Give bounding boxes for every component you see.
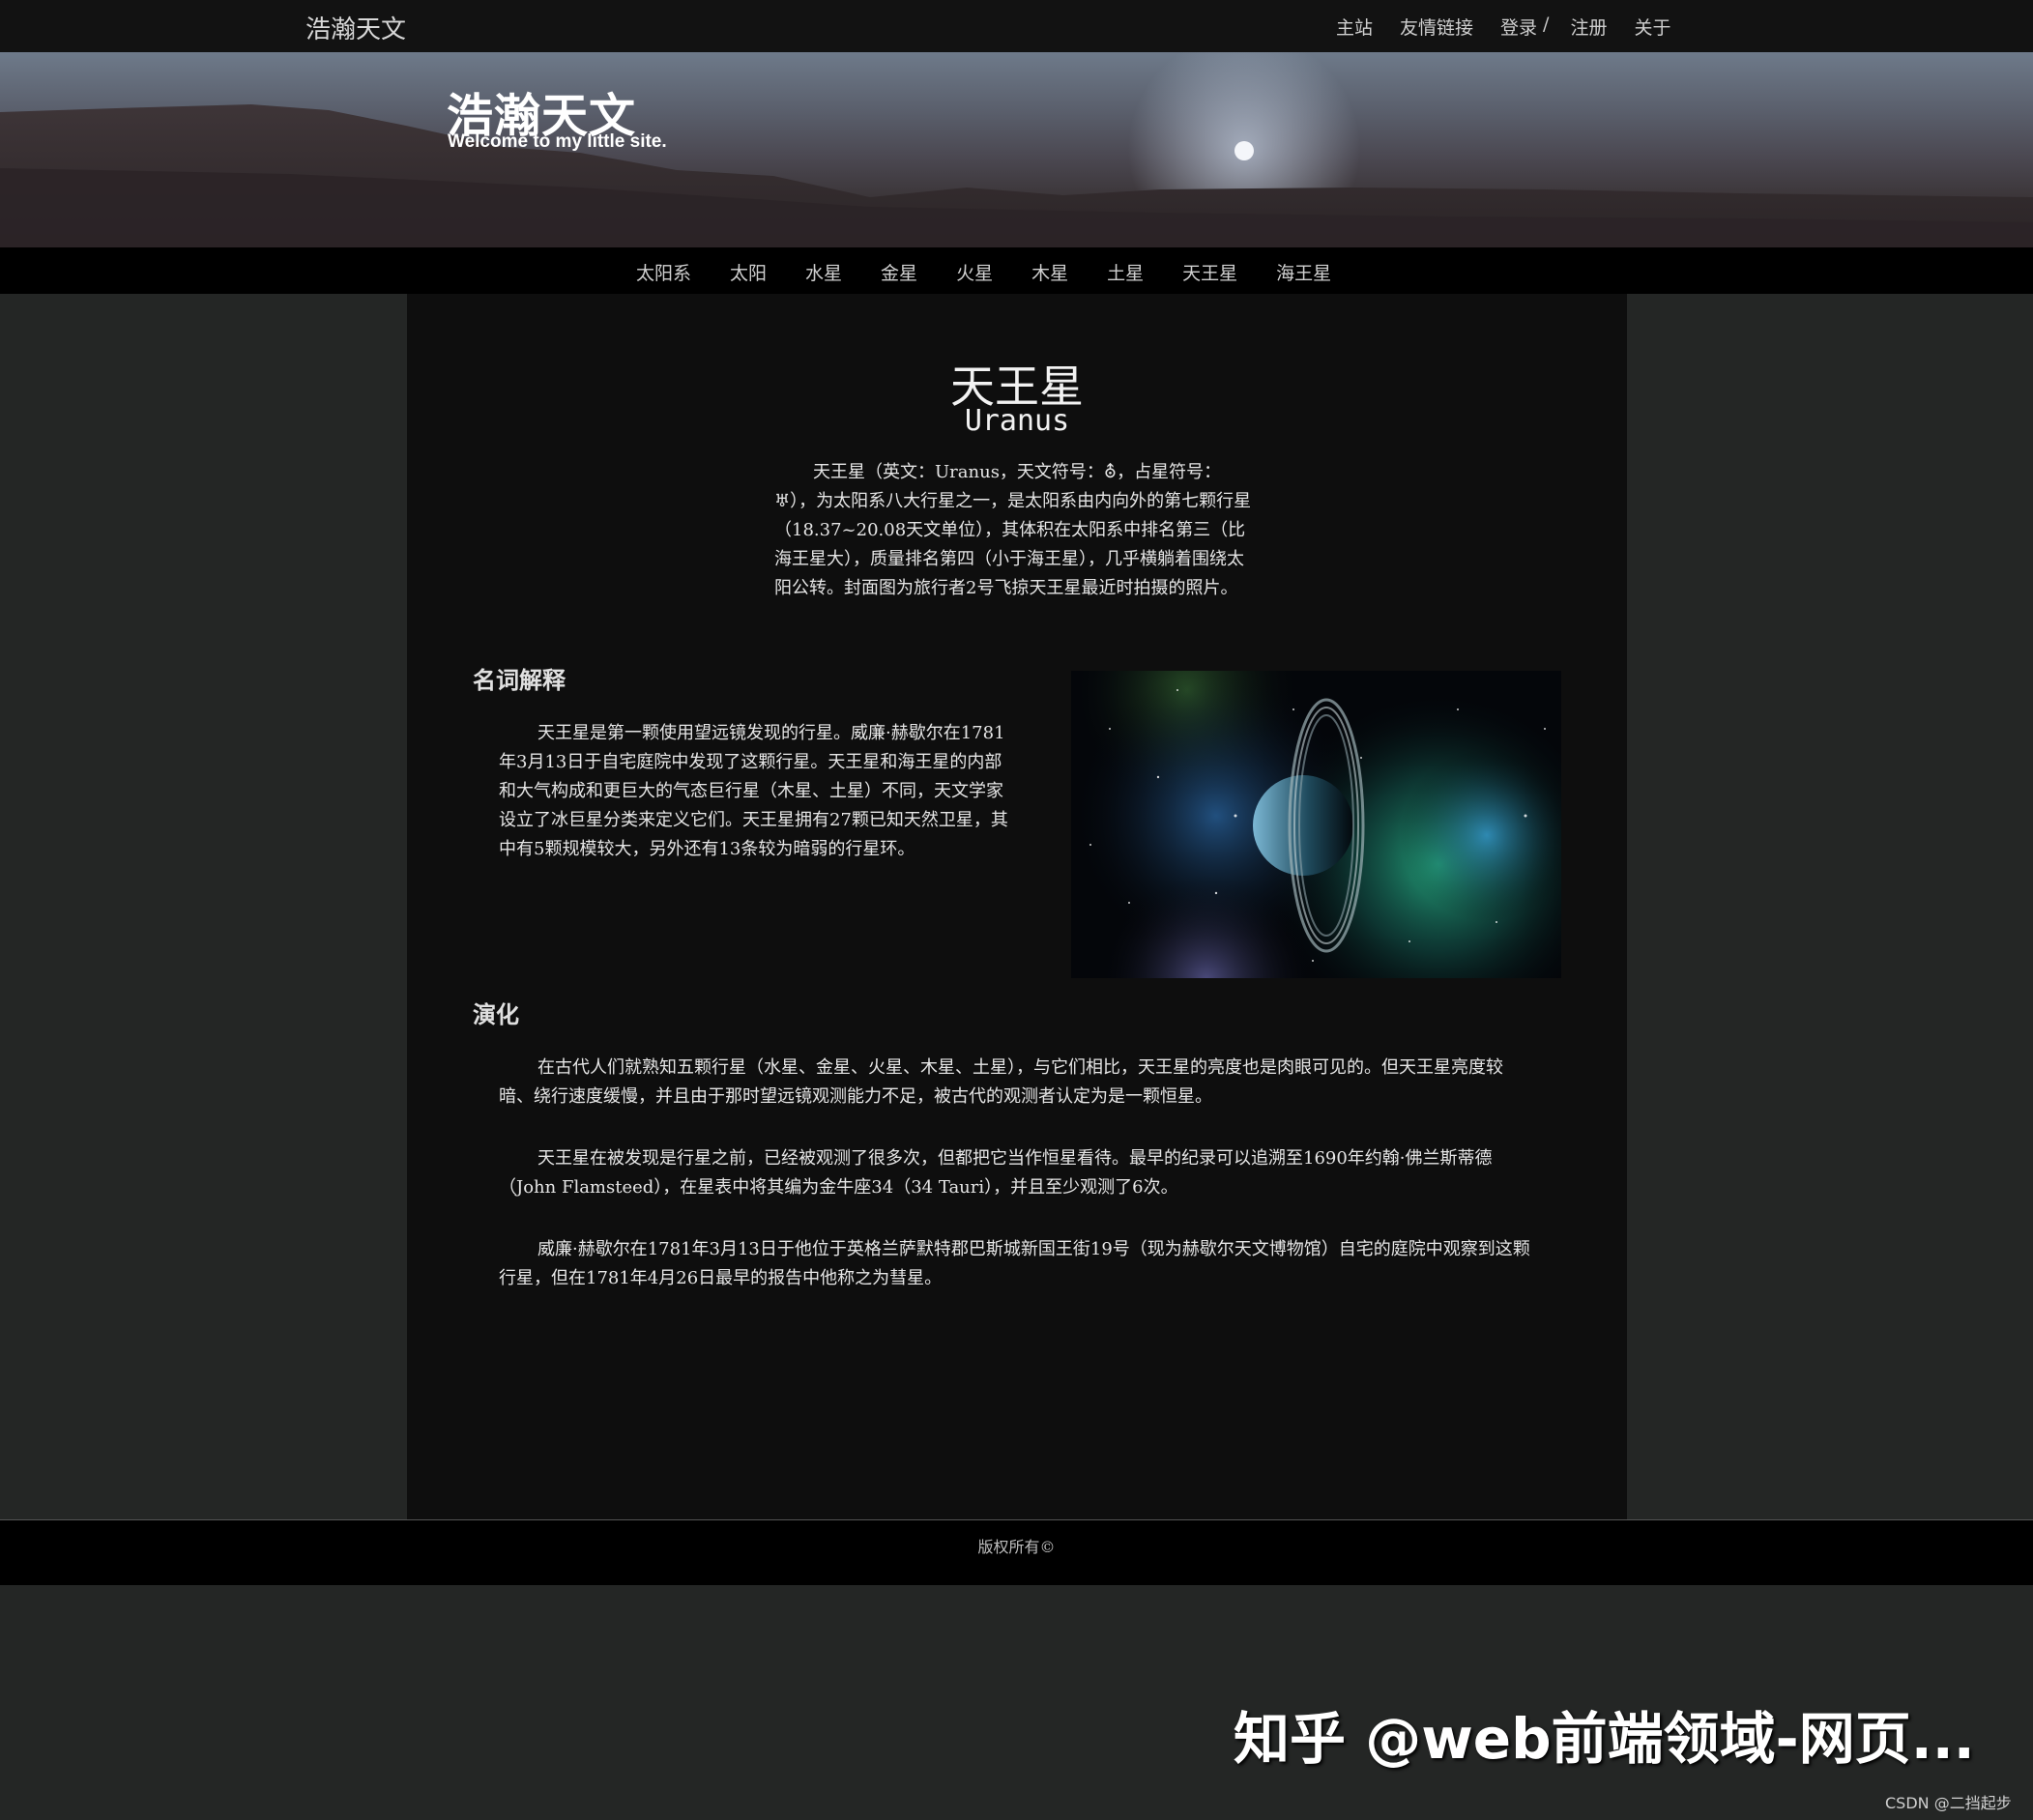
mars-sunset-illustration [0,52,2033,247]
nav-item-uranus[interactable]: 天王星 [1182,259,1237,285]
link-separator: / [1543,14,1550,35]
evolution-paragraph: 在古代人们就熟知五颗行星（水星、金星、火星、木星、土星），与它们相比，天王星的亮… [499,1057,1503,1107]
zhihu-watermark: 知乎 @web前端领域-网页... [1234,1706,1975,1772]
top-links: 主站 友情链接 登录 / 注册 关于 [1336,14,1670,40]
main-content: 天王星 Uranus 天王星（英文：Uranus，天文符号：⛢，占星符号：♅），… [407,294,1627,1519]
top-bar: 浩瀚天文 主站 友情链接 登录 / 注册 关于 [0,0,2033,52]
nav-item-neptune[interactable]: 海王星 [1276,259,1331,285]
nav-item-sun[interactable]: 太阳 [730,259,767,285]
banner-subtitle: Welcome to my little site. [448,131,667,152]
site-name[interactable]: 浩瀚天文 [305,10,406,45]
page-subtitle: Uranus [964,404,1070,438]
copyright-text: 版权所有© [977,1538,1056,1556]
terms-paragraph: 天王星是第一颗使用望远镜发现的行星。威廉·赫歇尔在1781年3月13日于自宅庭院… [499,723,1008,859]
intro-paragraph: 天王星（英文：Uranus，天文符号：⛢，占星符号：♅），为太阳系八大行星之一，… [774,462,1252,598]
evolution-heading: 演化 [473,1000,519,1028]
link-login[interactable]: 登录 [1500,14,1537,40]
uranus-image [1071,671,1561,978]
csdn-watermark: CSDN @二挡起步 [1885,1794,2012,1812]
planet-nav: 太阳系 太阳 水星 金星 火星 木星 土星 天王星 海王星 [0,247,2033,294]
nav-item-jupiter[interactable]: 木星 [1031,259,1068,285]
sun-icon [1234,141,1254,160]
nav-item-solar-system[interactable]: 太阳系 [636,259,691,285]
nav-item-mercury[interactable]: 水星 [805,259,842,285]
header-banner: 浩瀚天文 Welcome to my little site. [0,52,2033,247]
link-register[interactable]: 注册 [1570,14,1607,40]
footer: 版权所有© [0,1519,2033,1585]
evolution-paragraph: 威廉·赫歇尔在1781年3月13日于他位于英格兰萨默特郡巴斯城新国王街19号（现… [499,1239,1530,1288]
link-friends[interactable]: 友情链接 [1400,14,1473,40]
terms-heading: 名词解释 [473,666,566,694]
nav-item-saturn[interactable]: 土星 [1107,259,1144,285]
link-about[interactable]: 关于 [1634,14,1670,40]
nav-item-mars[interactable]: 火星 [956,259,993,285]
evolution-paragraph: 天王星在被发现是行星之前，已经被观测了很多次，但都把它当作恒星看待。最早的纪录可… [499,1148,1493,1198]
nav-item-venus[interactable]: 金星 [881,259,917,285]
link-main-site[interactable]: 主站 [1336,14,1373,40]
nav-items: 太阳系 太阳 水星 金星 火星 木星 土星 天王星 海王星 [636,259,1370,285]
